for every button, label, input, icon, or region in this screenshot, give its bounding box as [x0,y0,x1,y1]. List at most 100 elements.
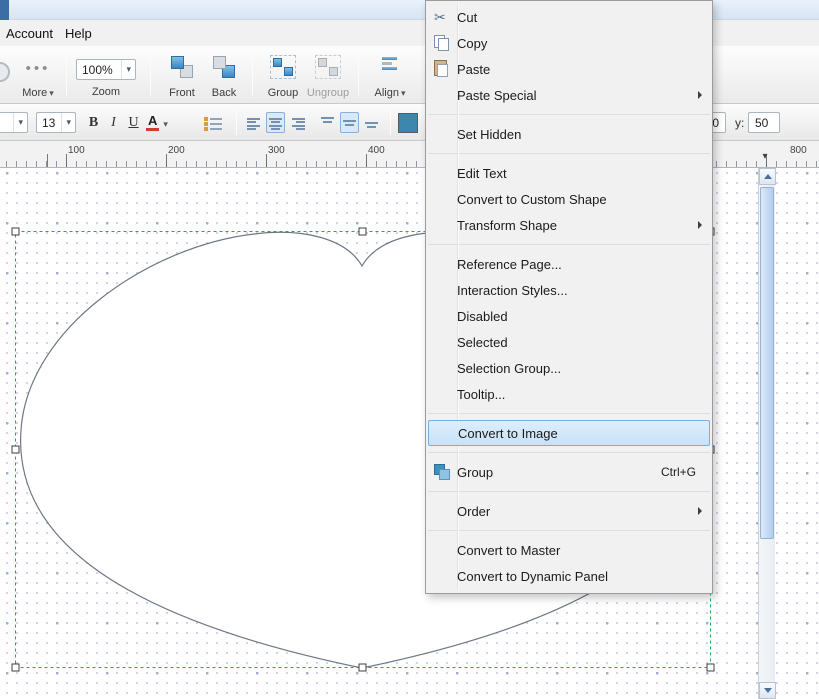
valign-bottom-button[interactable] [362,112,381,133]
menu-item-label: Paste Special [457,88,698,103]
align-center-icon [269,116,283,129]
menu-item-label: Convert to Master [457,543,706,558]
handle-bottom-mid[interactable] [359,664,366,671]
ungroup-icon [315,55,341,79]
caret-down-icon [121,60,135,79]
menu-item-selection-group[interactable]: Selection Group... [426,355,712,381]
menu-item-convert-to-dynamic-panel[interactable]: Convert to Dynamic Panel [426,563,712,589]
zoom-combo[interactable]: 100% [76,59,136,80]
handle-bottom-left[interactable] [12,664,19,671]
menu-separator [428,114,710,115]
scroll-up-button[interactable] [759,168,776,185]
menu-item-convert-to-master[interactable]: Convert to Master [426,537,712,563]
menu-item-copy[interactable]: Copy [426,30,712,56]
more-button[interactable]: More [14,52,62,100]
menu-item-paste[interactable]: Paste [426,56,712,82]
handle-bottom-right[interactable] [707,664,714,671]
align-button[interactable]: Align [366,52,414,100]
submenu-arrow-icon [698,91,702,99]
valign-middle-button[interactable] [340,112,359,133]
font-size-combo[interactable]: 13 [36,112,76,133]
caret-down-icon [163,114,168,132]
menu-icon-spacer [426,214,457,236]
front-label: Front [162,87,202,99]
menu-item-tooltip[interactable]: Tooltip... [426,381,712,407]
y-coordinate-field[interactable]: 50 [748,112,780,133]
menu-item-convert-to-custom-shape[interactable]: Convert to Custom Shape [426,186,712,212]
menu-item-label: Selected [457,335,706,350]
menu-item-set-hidden[interactable]: Set Hidden [426,121,712,147]
menu-item-label: Selection Group... [457,361,706,376]
menu-icon-spacer [426,357,457,379]
menu-item-label: Paste [457,62,706,77]
ungroup-button[interactable]: Ungroup [304,52,352,100]
menu-help[interactable]: Help [59,22,98,45]
bullet-list-button[interactable] [203,115,225,131]
underline-button[interactable]: U [124,112,143,133]
italic-button[interactable]: I [104,112,123,133]
menu-item-label: Convert to Custom Shape [457,192,706,207]
menu-icon-spacer [426,253,457,275]
menu-icon-spacer [426,84,457,106]
scroll-down-button[interactable] [759,682,776,699]
handle-mid-left[interactable] [12,446,19,453]
vertical-scrollbar[interactable] [758,168,775,699]
font-family-combo[interactable] [0,112,28,133]
align-left-button[interactable] [244,112,263,133]
menu-account[interactable]: Account [0,22,59,45]
align-center-button[interactable] [266,112,285,133]
y-value: 50 [755,116,768,130]
menu-item-interaction-styles[interactable]: Interaction Styles... [426,277,712,303]
menu-item-selected[interactable]: Selected [426,329,712,355]
font-color-button[interactable]: A [146,112,180,133]
handle-top-left[interactable] [12,228,19,235]
toolbar-separator [150,54,151,96]
front-button[interactable]: Front [162,52,202,100]
valign-top-icon [321,116,335,129]
menu-item-paste-special[interactable]: Paste Special [426,82,712,108]
bold-button[interactable]: B [84,112,103,133]
align-right-icon [291,116,305,129]
menu-icon-spacer [426,500,457,522]
bold-glyph: B [89,115,98,131]
menu-icon-spacer [426,565,457,587]
valign-bottom-icon [365,116,379,129]
context-menu-items: CutCopy Paste Paste Special Set Hidden Edit … [426,4,712,589]
app-window: Account Help More 100% Zoom Front Back G… [0,0,819,699]
ruler-mark-400: 400 [368,145,385,156]
menu-item-convert-to-image[interactable]: Convert to Image [428,420,710,446]
group-icon [270,55,296,79]
menu-item-group[interactable]: GroupCtrl+G [426,459,712,485]
valign-top-button[interactable] [318,112,337,133]
arrow-down-icon [764,688,772,693]
ruler-options-button[interactable] [757,146,773,162]
menu-item-transform-shape[interactable]: Transform Shape [426,212,712,238]
y-coordinate-label: y: [735,116,744,130]
menu-separator [428,530,710,531]
menu-item-label: Group [457,465,661,480]
bring-to-front-icon [169,55,195,79]
menu-item-label: Convert to Image [458,426,703,441]
group-button[interactable]: Group [262,52,304,100]
menu-item-label: Reference Page... [457,257,706,272]
menu-item-cut[interactable]: Cut [426,4,712,30]
menu-item-disabled[interactable]: Disabled [426,303,712,329]
scrollbar-thumb[interactable] [760,187,774,539]
align-right-button[interactable] [288,112,307,133]
zoom-caption: Zoom [76,86,136,98]
menu-item-reference-page[interactable]: Reference Page... [426,251,712,277]
menu-item-order[interactable]: Order [426,498,712,524]
context-menu: CutCopy Paste Paste Special Set Hidden Edit … [425,0,713,594]
font-size-value: 13 [37,116,59,130]
menu-icon-spacer [426,331,457,353]
clipped-toolbar-icon [0,62,10,82]
menu-item-label: Edit Text [457,166,706,181]
back-button[interactable]: Back [204,52,244,100]
menu-item-edit-text[interactable]: Edit Text [426,160,712,186]
copy-icon [426,32,457,54]
handle-top-mid[interactable] [359,228,366,235]
valign-middle-icon [343,116,357,129]
menu-separator [428,491,710,492]
fill-color-swatch[interactable] [398,113,418,133]
submenu-arrow-icon [698,507,702,515]
